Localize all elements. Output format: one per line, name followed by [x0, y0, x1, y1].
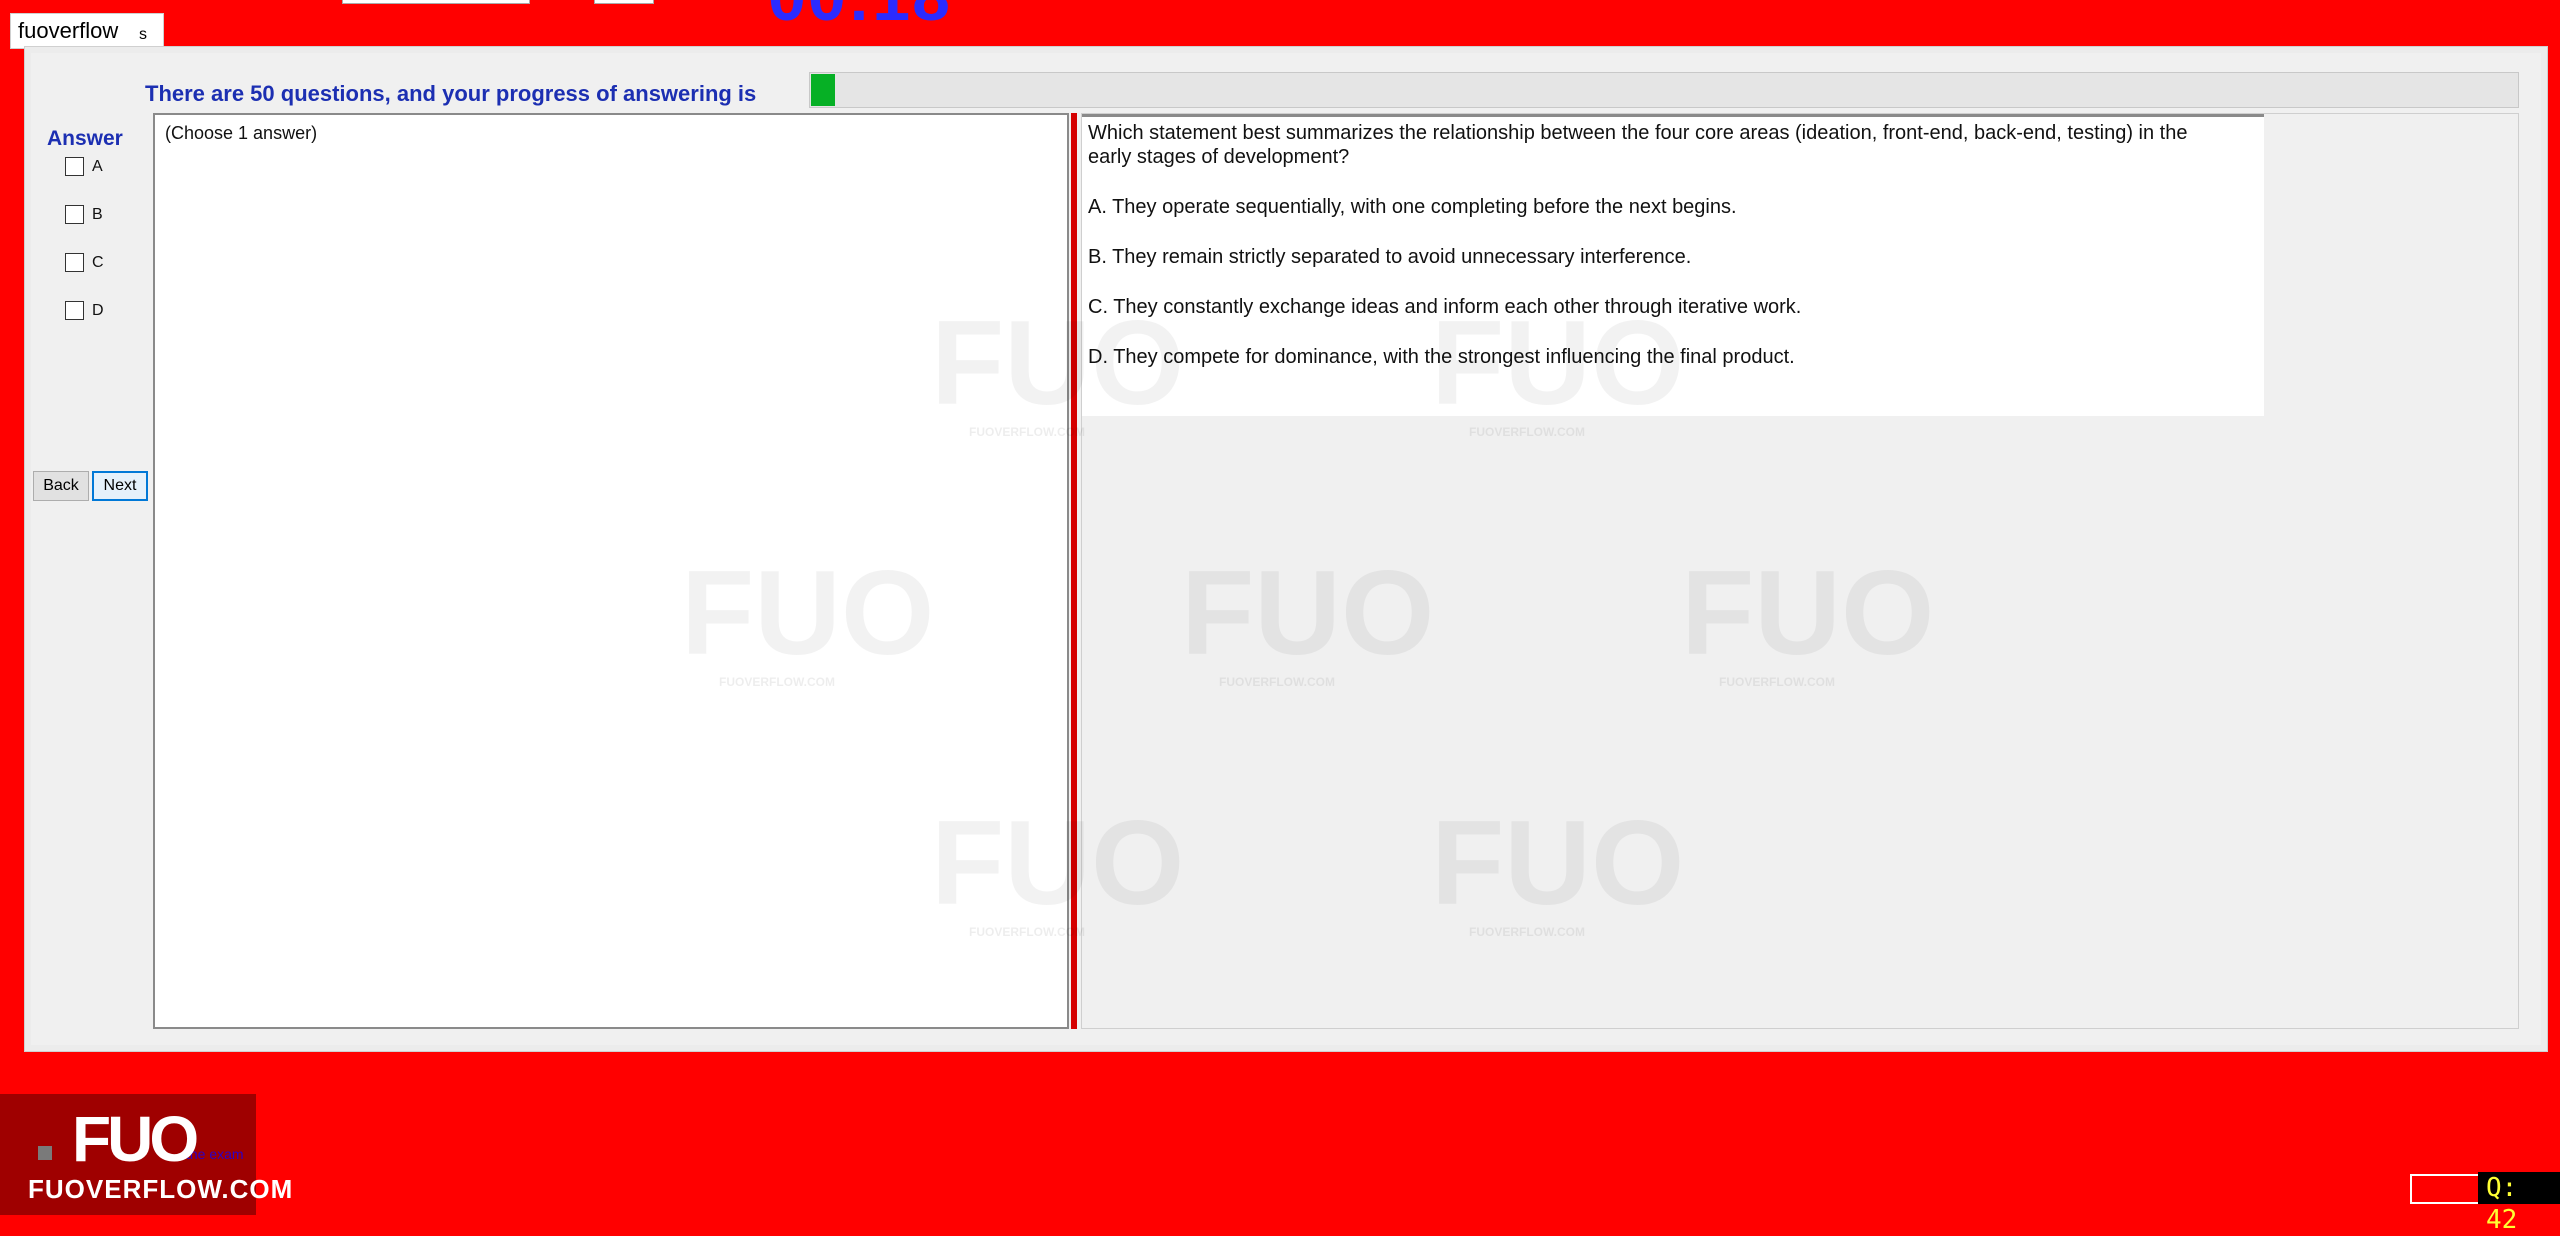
logo-mark: FUO: [72, 1103, 199, 1175]
top-input-field[interactable]: [342, 0, 530, 4]
answer-option-label: C: [92, 253, 104, 271]
site-logo: the exam FUO FUOVERFLOW.COM: [0, 1094, 292, 1215]
answer-option-label: B: [92, 205, 103, 223]
logo-site-name: FUOVERFLOW.COM: [28, 1174, 294, 1204]
top-small-field[interactable]: [594, 0, 654, 4]
exam-window: There are 50 questions, and your progres…: [24, 46, 2548, 1052]
checkbox-a[interactable]: [65, 157, 84, 176]
progress-label: There are 50 questions, and your progres…: [145, 81, 757, 106]
back-button[interactable]: Back: [33, 471, 89, 501]
exam-timer: 00:18: [768, 0, 952, 36]
answer-option-label: D: [92, 301, 104, 319]
answer-option-a[interactable]: A: [65, 157, 103, 176]
pane-divider[interactable]: [1071, 113, 1077, 1029]
checkbox-d[interactable]: [65, 301, 84, 320]
answer-heading: Answer: [47, 127, 123, 150]
question-choice-b: B. They remain strictly separated to avo…: [1088, 246, 1692, 268]
checkbox-c[interactable]: [65, 253, 84, 272]
question-choice-d: D. They compete for dominance, with the …: [1088, 346, 1795, 368]
question-text: Which statement best summarizes the rela…: [1088, 122, 2188, 168]
question-counter: Q: 42: [2478, 1172, 2560, 1235]
counter-frame: [2410, 1174, 2480, 1204]
question-choice-a: A. They operate sequentially, with one c…: [1088, 196, 1737, 218]
exam-window-body: There are 50 questions, and your progres…: [31, 53, 2541, 1045]
answer-option-b[interactable]: B: [65, 205, 103, 224]
brand-label: fuoverflow: [18, 18, 119, 43]
checkbox-b[interactable]: [65, 205, 84, 224]
answer-option-c[interactable]: C: [65, 253, 104, 272]
finish-checkbox[interactable]: [38, 1146, 52, 1160]
question-box: Which statement best summarizes the rela…: [1082, 114, 2264, 416]
question-pane: Which statement best summarizes the rela…: [1081, 113, 2519, 1029]
question-choice-c: C. They constantly exchange ideas and in…: [1088, 296, 1802, 318]
brand-tab[interactable]: fuoverflow s: [10, 13, 164, 49]
answer-option-d[interactable]: D: [65, 301, 104, 320]
choose-hint: (Choose 1 answer): [165, 123, 318, 143]
next-button[interactable]: Next: [92, 471, 148, 501]
progress-bar: [809, 72, 2519, 108]
progress-bar-fill: [811, 74, 835, 106]
answer-pane[interactable]: (Choose 1 answer): [153, 113, 1069, 1029]
answer-option-label: A: [92, 157, 103, 175]
